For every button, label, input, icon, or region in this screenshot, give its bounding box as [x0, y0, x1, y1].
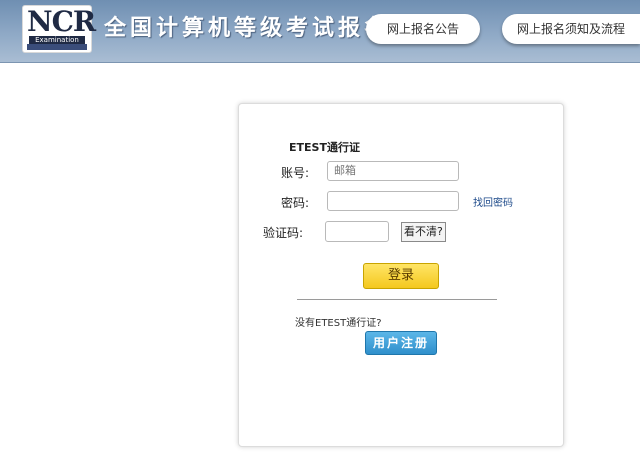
no-account-text: 没有ETEST通行证? [295, 318, 382, 329]
login-title: ETEST通行证 [289, 141, 360, 154]
username-label: 账号: [280, 166, 309, 180]
password-input[interactable] [327, 191, 459, 211]
nav-tab-registration-guide[interactable]: 网上报名须知及流程 [502, 14, 640, 44]
logo-subtext: Examination [29, 36, 85, 44]
captcha-input[interactable] [325, 221, 389, 242]
captcha-refresh-button[interactable]: 看不清? [401, 222, 446, 242]
ncre-logo[interactable]: NCR Examination [22, 5, 96, 53]
password-label: 密码: [280, 196, 309, 210]
site-title: 全国计算机等级考试报名 [104, 16, 391, 41]
logo-band [27, 44, 87, 50]
username-input[interactable] [327, 161, 459, 181]
nav-tab-registration-notice[interactable]: 网上报名公告 [366, 14, 480, 44]
captcha-label: 验证码: [262, 226, 303, 240]
logo-text: NCR [27, 5, 96, 38]
site-header: NCR Examination 全国计算机等级考试报名 网上报名公告 网上报名须… [0, 0, 640, 63]
register-button[interactable]: 用户注册 [365, 331, 437, 355]
login-button[interactable]: 登录 [363, 263, 439, 289]
login-panel: ETEST通行证 账号: 密码: 找回密码 验证码: 看不清? 登录 没有ETE… [238, 103, 564, 447]
forgot-password-link[interactable]: 找回密码 [473, 194, 513, 209]
divider [297, 299, 497, 300]
